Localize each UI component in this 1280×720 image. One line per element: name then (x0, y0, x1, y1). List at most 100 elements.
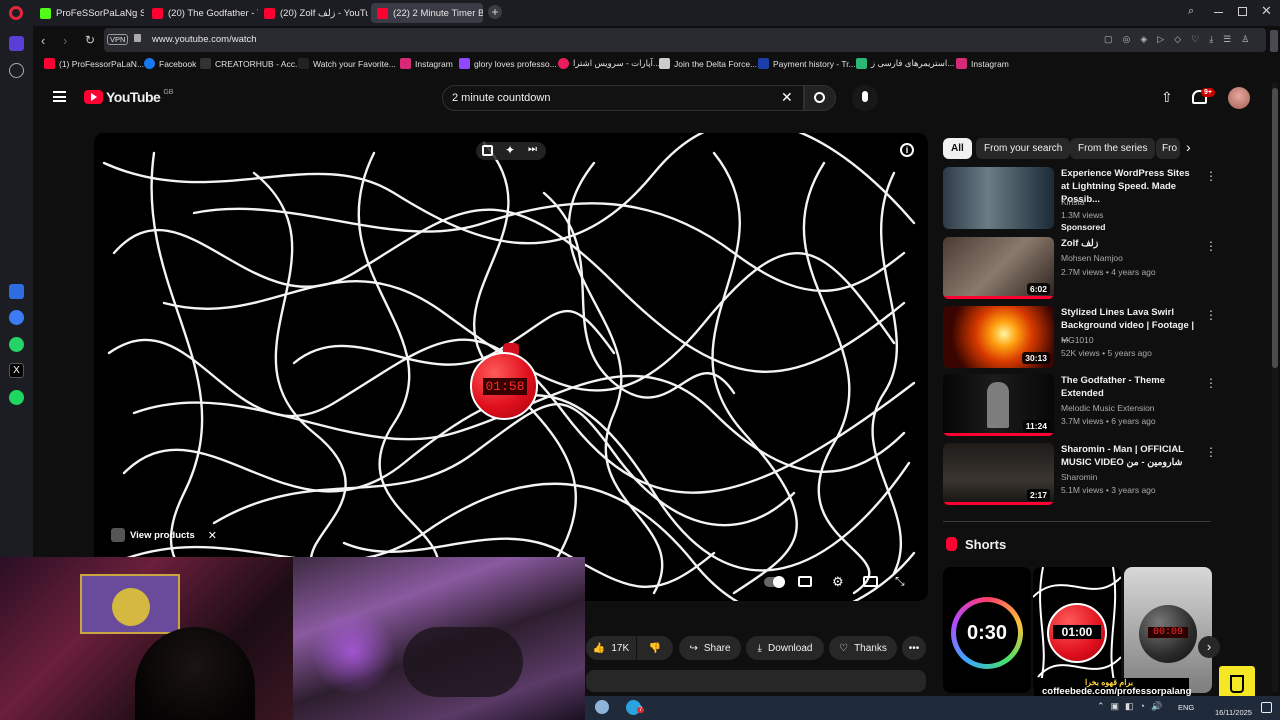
next-icon[interactable]: ⏭ (528, 144, 537, 155)
recommendation-item[interactable]: 11:24 The Godfather - Theme Extended Mel… (943, 374, 1217, 440)
notification-center-icon[interactable] (1261, 702, 1272, 713)
bookmark-item[interactable]: (1) ProFessorPaLaN... (44, 58, 144, 69)
search-box[interactable]: 2 minute countdown ✕ (442, 85, 804, 111)
more-actions-button[interactable]: ••• (902, 636, 926, 660)
bookmark-item[interactable]: Instagram (400, 58, 453, 69)
language-indicator[interactable]: ENG (1178, 703, 1194, 712)
chips-next-icon[interactable]: › (1186, 139, 1191, 155)
miniplayer-icon[interactable] (482, 145, 493, 156)
clear-search-icon[interactable]: ✕ (781, 89, 793, 106)
channel-name[interactable]: Melodic Music Extension (1061, 403, 1155, 413)
video-title[interactable]: The Godfather - Theme Extended (1061, 374, 1199, 400)
aria-icon[interactable] (9, 284, 24, 299)
bookmark-item[interactable]: CREATORHUB - Acc... (200, 58, 302, 69)
download-button[interactable]: ⤓ Download (746, 636, 824, 660)
shorts-next-button[interactable]: › (1198, 636, 1220, 658)
video-thumbnail[interactable]: 6:02 (943, 237, 1054, 299)
sparkle-icon[interactable]: ✦ (505, 143, 515, 157)
search-tabs-icon[interactable]: ⌕ (1188, 5, 1194, 18)
tab-zolf[interactable]: (20) Zolf زلف - YouTube (258, 3, 368, 23)
channel-name[interactable]: Kinsta (1061, 197, 1085, 207)
star-icon[interactable] (9, 63, 24, 78)
reload-icon[interactable]: ↻ (85, 33, 95, 47)
bookmark-item[interactable]: Watch your Favorite... (298, 58, 396, 69)
avatar[interactable] (1228, 87, 1250, 109)
bookmark-item[interactable]: glory loves professo... (459, 58, 557, 69)
close-window-icon[interactable]: ✕ (1261, 3, 1272, 19)
minimize-icon[interactable] (1214, 12, 1223, 13)
search-input[interactable]: 2 minute countdown (452, 92, 550, 104)
video-thumbnail[interactable]: 30:13 (943, 306, 1054, 368)
url-text[interactable]: www.youtube.com/watch (152, 34, 257, 45)
more-options-icon[interactable]: ⋮ (1205, 445, 1217, 459)
recommendation-item[interactable]: Experience WordPress Sites at Lightning … (943, 167, 1217, 233)
video-thumbnail[interactable] (943, 167, 1054, 229)
new-tab-icon[interactable]: + (488, 5, 502, 19)
whatsapp-icon[interactable] (9, 337, 24, 352)
description-box[interactable] (586, 670, 926, 692)
more-options-icon[interactable]: ⋮ (1205, 376, 1217, 390)
tab-stream[interactable]: ProFeSSorPaLaNg Stream (34, 3, 144, 23)
subtitles-icon[interactable] (798, 576, 812, 587)
bookmark-item[interactable]: Join the Delta Force... (659, 58, 757, 69)
bookmark-item[interactable]: آپارات - سرویس اشترا... (558, 58, 660, 69)
view-products-pill[interactable]: View products ✕ (107, 525, 221, 545)
close-icon[interactable]: ✕ (208, 529, 217, 542)
settings-gear-icon[interactable]: ⚙ (832, 574, 844, 590)
dislike-button[interactable]: 👎 (637, 636, 673, 660)
youtube-logo[interactable]: YouTube GB (84, 89, 173, 105)
upload-icon[interactable]: ⇧ (1161, 89, 1173, 106)
hamburger-menu-icon[interactable] (53, 91, 66, 102)
chip-from-your-search[interactable]: From your search (976, 138, 1071, 159)
chip-all[interactable]: All (943, 138, 972, 159)
bookmark-item[interactable]: Payment history - Tr... (758, 58, 856, 69)
video-title[interactable]: Sharomin - Man | OFFICIAL MUSIC VIDEO شا… (1061, 443, 1199, 469)
channel-name[interactable]: Mohsen Namjoo (1061, 253, 1123, 263)
fullscreen-exit-icon[interactable]: ⤡ (895, 574, 905, 589)
short-item[interactable]: 01:00 (1033, 567, 1121, 693)
like-button[interactable]: 👍 17K (586, 636, 636, 660)
more-options-icon[interactable]: ⋮ (1205, 239, 1217, 253)
address-bar[interactable]: VPN www.youtube.com/watch ▢◎◈▷◇♡⤓☰♙ (104, 28, 1266, 52)
taskbar-app-icon[interactable] (595, 700, 609, 714)
tab-godfather[interactable]: (20) The Godfather - Them (146, 3, 258, 23)
spotify-icon[interactable] (9, 390, 24, 405)
page-scrollbar[interactable] (1272, 82, 1278, 692)
recommendation-item[interactable]: 6:02 Zolf زلف Mohsen Namjoo 2.7M views •… (943, 237, 1217, 303)
more-options-icon[interactable]: ⋮ (1205, 308, 1217, 322)
info-icon[interactable]: i (900, 143, 914, 157)
theater-mode-icon[interactable] (863, 576, 878, 587)
bookmark-item[interactable]: Facebook (144, 58, 196, 69)
recommendation-item[interactable]: 2:17 Sharomin - Man | OFFICIAL MUSIC VID… (943, 443, 1217, 509)
video-thumbnail[interactable]: 2:17 (943, 443, 1054, 505)
nav-forward-icon[interactable]: › (63, 33, 67, 48)
chip-truncated[interactable]: Fro (1156, 138, 1180, 159)
short-item[interactable]: 00:09 (1124, 567, 1212, 693)
thanks-button[interactable]: ♡ Thanks (829, 636, 897, 660)
short-item[interactable]: 0:30 (943, 567, 1031, 693)
more-options-icon[interactable]: ⋮ (1205, 169, 1217, 183)
bookmark-item[interactable]: Instagram (956, 58, 1009, 69)
tray-icons[interactable]: ⌃▣◧◔🔊 (1097, 701, 1168, 712)
nav-back-icon[interactable]: ‹ (41, 33, 45, 48)
opera-logo-icon[interactable] (9, 6, 23, 20)
address-tools-icon[interactable]: ▢◎◈▷◇♡⤓☰♙ (1104, 34, 1259, 45)
voice-search-button[interactable] (852, 85, 878, 111)
messenger-icon[interactable] (9, 310, 24, 325)
maximize-icon[interactable] (1238, 7, 1247, 16)
taskbar-date[interactable]: 16/11/2025 (1215, 708, 1252, 717)
channel-name[interactable]: MG1010 (1061, 335, 1094, 345)
video-thumbnail[interactable]: 11:24 (943, 374, 1054, 436)
channel-name[interactable]: Sharomin (1061, 472, 1097, 482)
home-icon[interactable] (9, 36, 24, 51)
tab-timer-bomb[interactable]: (22) 2 Minute Timer Bomb (371, 3, 483, 23)
recommendation-item[interactable]: 30:13 Stylized Lines Lava Swirl Backgrou… (943, 306, 1217, 372)
chip-from-the-series[interactable]: From the series (1070, 138, 1156, 159)
bookmark-item[interactable]: استریمرهای فارسی ز... (856, 58, 954, 69)
autoplay-toggle[interactable] (764, 576, 785, 588)
video-player[interactable]: 01:58 ✦ ⏭ i View products ✕ ⚙ ⤡ (94, 133, 928, 601)
x-icon[interactable]: X (9, 363, 24, 378)
search-button[interactable] (804, 85, 836, 111)
vpn-badge[interactable]: VPN (107, 34, 129, 45)
video-title[interactable]: Zolf زلف (1061, 237, 1199, 250)
